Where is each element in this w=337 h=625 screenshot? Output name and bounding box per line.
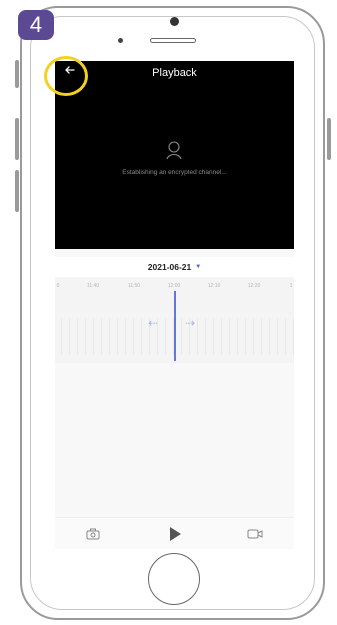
timeline-tick (133, 319, 134, 355)
timeline-tick (85, 319, 86, 355)
timeline-tick (237, 319, 238, 355)
home-button[interactable] (148, 553, 200, 605)
timeline-tick (277, 319, 278, 355)
timeline-tick (141, 319, 142, 355)
timeline-tick (213, 319, 214, 355)
timeline-tick (61, 319, 62, 355)
timeline-tick (269, 319, 270, 355)
earpiece-speaker (150, 38, 196, 43)
video-record-icon[interactable] (246, 525, 264, 543)
person-icon (164, 139, 184, 161)
tick-label: 12:10 (207, 283, 221, 289)
selected-date: 2021-06-21 (147, 262, 192, 272)
timeline-tick (285, 319, 286, 355)
play-icon[interactable] (166, 525, 184, 543)
tick-label: 1 (289, 283, 293, 289)
app-screen: Playback Establishing an encrypted chann… (55, 61, 294, 549)
timeline-tick (125, 319, 126, 355)
timeline-tick (165, 319, 166, 355)
camera-icon[interactable] (84, 525, 102, 543)
power-button (327, 118, 331, 160)
tick-label: 11:40 (86, 283, 100, 289)
timeline-tick (245, 319, 246, 355)
volume-down-button (15, 170, 19, 212)
timeline-tick (93, 319, 94, 355)
front-camera-icon (170, 17, 179, 26)
drag-right-icon: ⇢ (185, 316, 196, 330)
timeline-tick (181, 319, 182, 355)
tick-label: 12:00 (167, 283, 181, 289)
timeline-tick (205, 319, 206, 355)
tick-label: 0 (56, 283, 60, 289)
video-player[interactable]: Playback Establishing an encrypted chann… (55, 61, 294, 249)
timeline-tick (69, 319, 70, 355)
sensor-icon (118, 38, 123, 43)
page-title: Playback (152, 67, 197, 79)
timeline-tick (101, 319, 102, 355)
playback-timeline[interactable]: 0 11:40 11:50 12:00 12:10 12:20 1 ⇠ ⇢ (55, 277, 294, 363)
tick-label: 11:50 (127, 283, 141, 289)
timeline-tick (77, 319, 78, 355)
timeline-tick (221, 319, 222, 355)
timeline-tick (109, 319, 110, 355)
step-badge: 4 (18, 10, 54, 40)
mute-switch (15, 60, 19, 88)
playback-controls (55, 517, 294, 549)
caret-down-icon: ▼ (195, 264, 202, 270)
volume-up-button (15, 118, 19, 160)
timeline-tick (261, 319, 262, 355)
timeline-tick (117, 319, 118, 355)
date-selector[interactable]: 2021-06-21 ▼ (55, 257, 294, 277)
connection-status: Establishing an encrypted channel... (122, 169, 227, 176)
playhead-line[interactable] (174, 291, 176, 361)
timeline-tick (229, 319, 230, 355)
timeline-tick (293, 319, 294, 355)
timeline-tick (253, 319, 254, 355)
drag-left-icon: ⇠ (148, 316, 159, 330)
tick-label: 12:20 (247, 283, 261, 289)
timeline-tick (197, 319, 198, 355)
